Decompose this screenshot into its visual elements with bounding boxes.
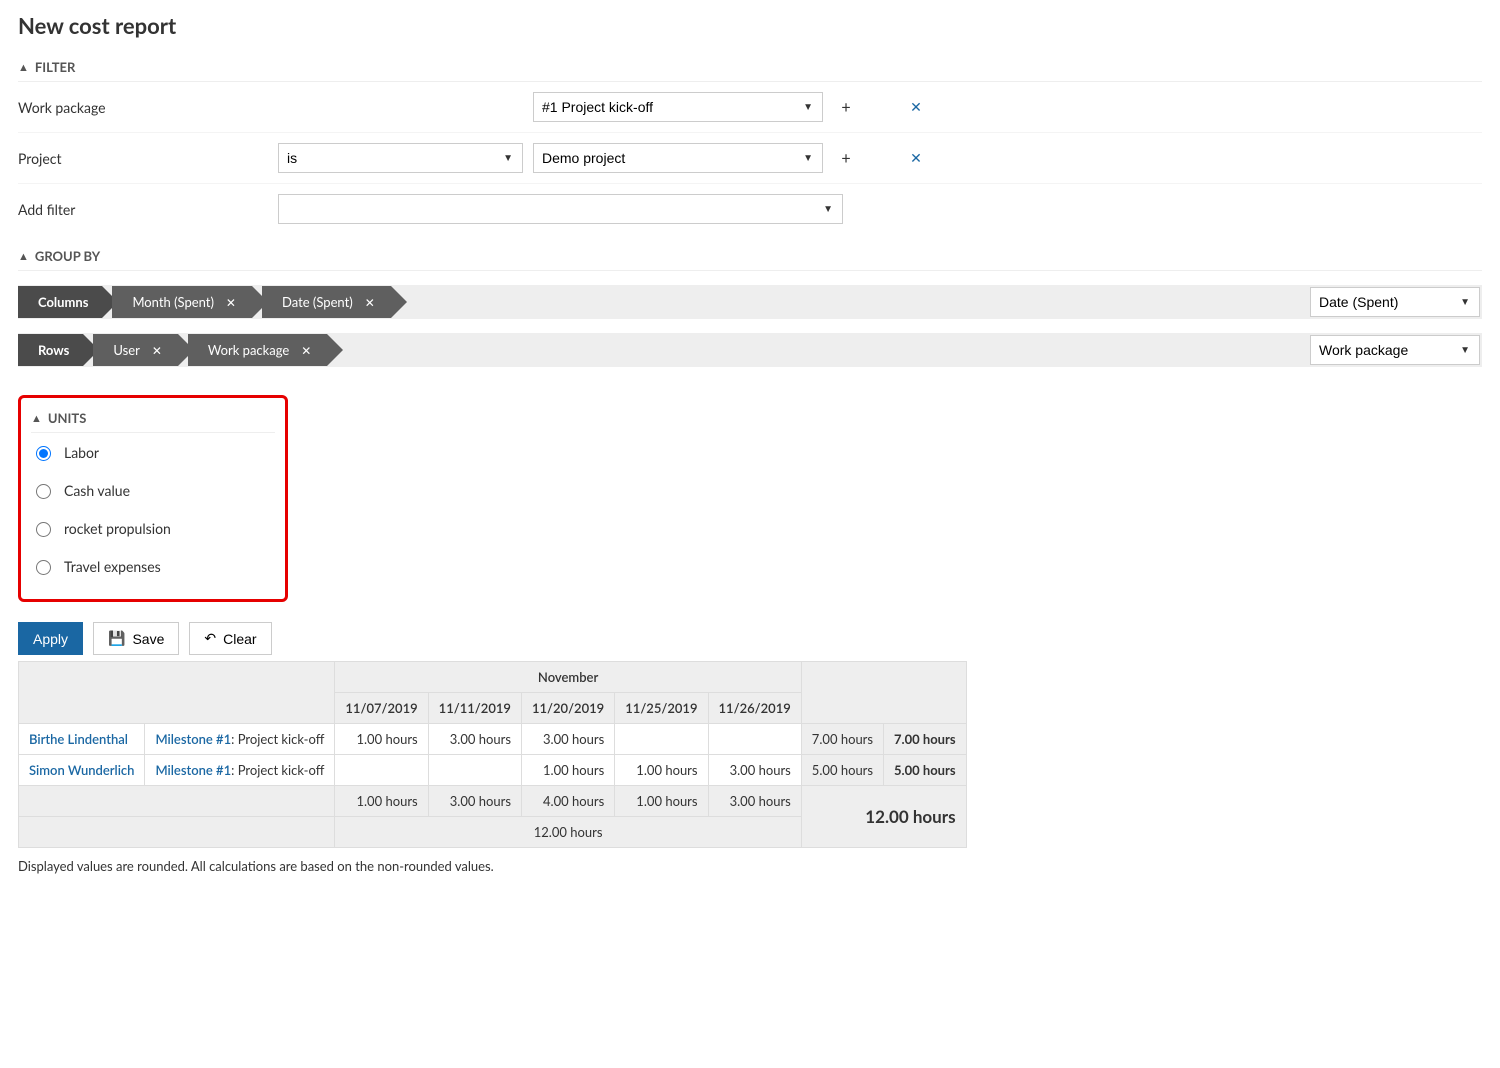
add-filter-label: Add filter	[18, 201, 268, 218]
column-total: 3.00 hours	[428, 786, 521, 817]
groupby-chip-work-package[interactable]: Work package✕	[188, 334, 327, 366]
unit-radio[interactable]	[36, 522, 51, 537]
remove-filter-icon[interactable]: ✕	[903, 149, 929, 167]
chevron-up-icon: ▲	[18, 61, 29, 74]
groupby-toggle[interactable]: ▲ Group by	[18, 242, 1482, 271]
column-total: 1.00 hours	[335, 786, 428, 817]
groupby-rows-header: Rows	[18, 334, 83, 366]
date-header: 11/26/2019	[708, 693, 801, 724]
user-link[interactable]: Birthe Lindenthal	[29, 731, 128, 747]
groupby-columns-add-select[interactable]: Date (Spent)	[1310, 287, 1480, 317]
date-header: 11/25/2019	[615, 693, 708, 724]
groupby-columns-row: Columns Month (Spent)✕ Date (Spent)✕ Dat…	[18, 285, 1482, 319]
data-cell: 3.00 hours	[428, 724, 521, 755]
add-filter-value-icon[interactable]: +	[833, 98, 859, 117]
groupby-rows-row: Rows User✕ Work package✕ Work package	[18, 333, 1482, 367]
user-link[interactable]: Simon Wunderlich	[29, 762, 134, 778]
chevron-up-icon: ▲	[18, 250, 29, 263]
units-toggle[interactable]: ▲ Units	[31, 404, 275, 433]
undo-icon: ↶	[204, 630, 216, 647]
data-cell	[708, 724, 801, 755]
data-cell: 3.00 hours	[708, 755, 801, 786]
filter-row-work-package: Work package #1 Project kick-off + ✕	[18, 82, 1482, 133]
grand-total: 12.00 hours	[801, 786, 966, 848]
close-icon[interactable]: ✕	[365, 295, 375, 310]
units-header-label: Units	[48, 410, 86, 426]
filter-row-project: Project is Demo project + ✕	[18, 133, 1482, 184]
add-filter-value-icon[interactable]: +	[833, 149, 859, 168]
workpackage-link[interactable]: Milestone #1	[155, 731, 231, 747]
close-icon[interactable]: ✕	[301, 343, 311, 358]
apply-button[interactable]: Apply	[18, 622, 83, 655]
remove-filter-icon[interactable]: ✕	[903, 98, 929, 116]
groupby-chip-month[interactable]: Month (Spent)✕	[112, 286, 252, 318]
page-title: New cost report	[18, 12, 1482, 39]
unit-label: Travel expenses	[64, 558, 161, 575]
column-total: 1.00 hours	[615, 786, 708, 817]
data-cell: 1.00 hours	[521, 755, 614, 786]
date-header: 11/11/2019	[428, 693, 521, 724]
column-total: 4.00 hours	[521, 786, 614, 817]
month-total: 12.00 hours	[335, 817, 801, 848]
data-cell	[335, 755, 428, 786]
table-row: Birthe LindenthalMilestone #1: Project k…	[19, 724, 967, 755]
unit-option[interactable]: Labor	[31, 433, 275, 471]
unit-label: Labor	[64, 444, 99, 461]
unit-option[interactable]: rocket propulsion	[31, 509, 275, 547]
unit-label: rocket propulsion	[64, 520, 171, 537]
date-header: 11/07/2019	[335, 693, 428, 724]
row-subtotal: 7.00 hours	[801, 724, 883, 755]
add-filter-select[interactable]	[278, 194, 843, 224]
filter-toggle[interactable]: ▲ Filter	[18, 53, 1482, 82]
table-row: Simon WunderlichMilestone #1: Project ki…	[19, 755, 967, 786]
chevron-up-icon: ▲	[31, 412, 42, 425]
unit-option[interactable]: Cash value	[31, 471, 275, 509]
groupby-columns-header: Columns	[18, 286, 102, 318]
footnote: Displayed values are rounded. All calcul…	[18, 858, 1482, 874]
groupby-rows-add-select[interactable]: Work package	[1310, 335, 1480, 365]
groupby-chip-date[interactable]: Date (Spent)✕	[262, 286, 391, 318]
row-subtotal: 5.00 hours	[801, 755, 883, 786]
groupby-chip-user[interactable]: User✕	[93, 334, 178, 366]
clear-button[interactable]: ↶Clear	[189, 622, 271, 655]
units-box: ▲ Units Labor Cash value rocket propulsion…	[18, 395, 288, 602]
save-button[interactable]: 💾Save	[93, 622, 179, 655]
filter-value-work-package[interactable]: #1 Project kick-off	[533, 92, 823, 122]
data-cell	[615, 724, 708, 755]
unit-radio[interactable]	[36, 560, 51, 575]
close-icon[interactable]: ✕	[152, 343, 162, 358]
unit-option[interactable]: Travel expenses	[31, 547, 275, 585]
filter-label-work-package: Work package	[18, 99, 268, 116]
column-total: 3.00 hours	[708, 786, 801, 817]
date-header: 11/20/2019	[521, 693, 614, 724]
close-icon[interactable]: ✕	[226, 295, 236, 310]
workpackage-link[interactable]: Milestone #1	[155, 762, 231, 778]
groupby-header-label: Group by	[35, 248, 100, 264]
unit-radio[interactable]	[36, 446, 51, 461]
data-cell: 3.00 hours	[521, 724, 614, 755]
data-cell: 1.00 hours	[335, 724, 428, 755]
unit-radio[interactable]	[36, 484, 51, 499]
month-header: November	[335, 662, 801, 693]
unit-label: Cash value	[64, 482, 130, 499]
filter-header-label: Filter	[35, 59, 75, 75]
save-icon: 💾	[108, 630, 125, 647]
data-cell: 1.00 hours	[615, 755, 708, 786]
row-total: 7.00 hours	[884, 724, 967, 755]
row-total: 5.00 hours	[884, 755, 967, 786]
filter-label-project: Project	[18, 150, 268, 167]
data-cell	[428, 755, 521, 786]
add-filter-row: Add filter	[18, 184, 1482, 234]
filter-operator-project[interactable]: is	[278, 143, 523, 173]
filter-value-project[interactable]: Demo project	[533, 143, 823, 173]
report-table: November 11/07/201911/11/201911/20/20191…	[18, 661, 967, 848]
